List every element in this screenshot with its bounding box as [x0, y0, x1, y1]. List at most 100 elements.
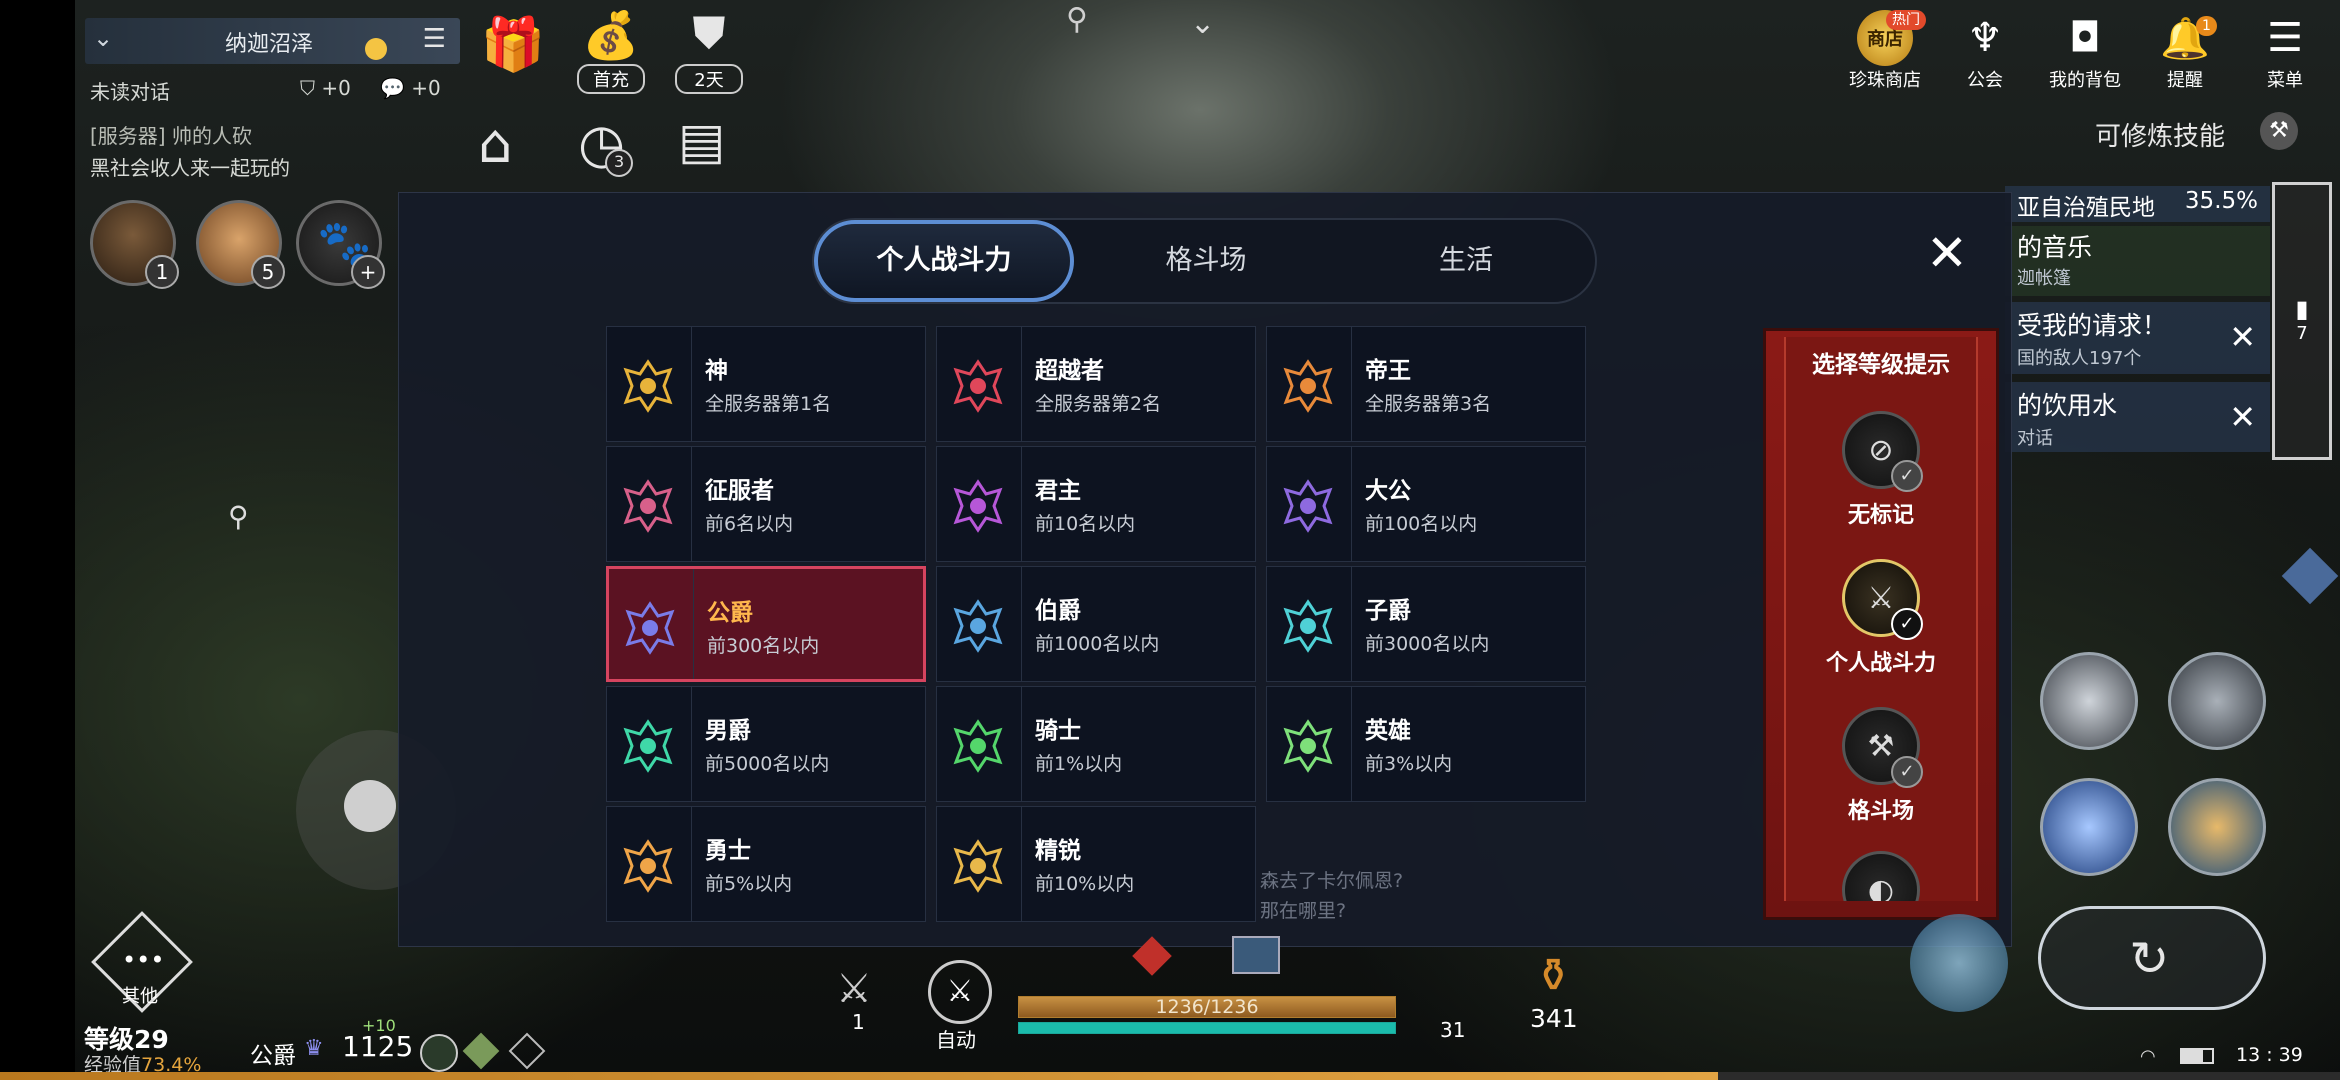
pearl-shop-button[interactable]: 商店 热门 珍珠商店 [1840, 10, 1930, 92]
dots-icon: ••• [122, 946, 165, 974]
quest-progress: 35.5% [2184, 188, 2258, 214]
duke-emblem-icon: ♛ [304, 1036, 324, 1061]
rank-desc: 前5%以内 [705, 873, 793, 895]
cell-divider [1351, 567, 1352, 681]
tab-arena[interactable]: 格斗场 [1076, 220, 1336, 302]
rank-desc: 全服务器第2名 [1035, 393, 1162, 415]
list-icon[interactable]: ☰ [423, 24, 446, 54]
quest-title: 亚自治殖民地 [2017, 195, 2155, 221]
skill-vortex[interactable] [2040, 652, 2138, 750]
rank-cell[interactable]: 超越者 全服务器第2名 [936, 326, 1256, 442]
boar-avatar-icon[interactable]: 1 [90, 200, 179, 289]
rank-cell[interactable]: 男爵 前5000名以内 [606, 686, 926, 802]
hammer-icon[interactable]: ⚒ [2260, 112, 2298, 150]
weather-sun-icon [365, 38, 387, 60]
close-icon[interactable]: ✕ [1926, 224, 1968, 282]
dog-avatar-icon[interactable]: 5 [196, 200, 285, 289]
auto-battle-icon[interactable]: ⚔ [928, 960, 992, 1024]
first-charge-button[interactable]: 💰 首充 [572, 8, 650, 94]
attack-button[interactable]: ↻ [2038, 906, 2266, 1010]
rank-cell[interactable]: 英雄 前3%以内 [1266, 686, 1586, 802]
rank-cell[interactable]: 子爵 前3000名以内 [1266, 566, 1586, 682]
archduke-emblem-icon [1277, 475, 1339, 537]
chat-line[interactable]: [服务器] 帅的人砍 [90, 120, 252, 149]
menu-button[interactable]: ☰ 菜单 [2240, 10, 2330, 92]
cell-divider [1351, 447, 1352, 561]
board-icon[interactable]: ▤ [678, 112, 725, 170]
close-icon[interactable]: ✕ [2229, 398, 2256, 436]
option-personal-power[interactable]: ⚔ ✓ 个人战斗力 [1766, 559, 1996, 677]
rank-cell[interactable]: 征服者 前6名以内 [606, 446, 926, 562]
map-marker-icon: ⚲ [228, 500, 249, 533]
rank-cell[interactable]: 大公 前100名以内 [1266, 446, 1586, 562]
chat-count: +0 [411, 76, 441, 100]
trainable-skill-label[interactable]: 可修炼技能 [2095, 116, 2225, 153]
weapon-icon[interactable]: ⚔ [836, 966, 872, 1012]
rank-title: 子爵 [1365, 598, 1411, 624]
rank-desc: 前1%以内 [1035, 753, 1123, 775]
bag-icon: ◘ [2069, 15, 2101, 61]
rank-cell[interactable]: 公爵 前300名以内 [606, 566, 926, 682]
bell-icon: 🔔 [2160, 15, 2210, 62]
hamburger-icon: ☰ [2267, 15, 2303, 61]
chevron-down-icon[interactable]: ⌄ [1190, 6, 1215, 41]
unread-dialog-label[interactable]: 未读对话 [90, 76, 170, 105]
check-icon: ✓ [1891, 460, 1923, 492]
bag-button[interactable]: ◘ 我的背包 [2040, 10, 2130, 92]
skill-crescent[interactable] [2040, 778, 2138, 876]
rank-cell[interactable]: 骑士 前1%以内 [936, 686, 1256, 802]
close-icon[interactable]: ✕ [2229, 318, 2256, 356]
timer-icon[interactable]: ◷ 3 [578, 112, 634, 177]
quest-item[interactable]: 受我的请求！ 国的敌人197个 ✕ [2005, 302, 2270, 374]
alert-badge: 1 [2196, 16, 2217, 36]
option-arena[interactable]: ⚒ ✓ 格斗场 [1766, 707, 1996, 825]
chat-line[interactable]: 黑社会收人来一起玩的 [90, 152, 290, 181]
rank-desc: 前300名以内 [707, 635, 820, 657]
quest-sub: 迦帐篷 [2017, 268, 2071, 289]
tab-personal-power[interactable]: 个人战斗力 [814, 220, 1074, 302]
potion-icon[interactable]: ⚱ [1534, 948, 1573, 1002]
rank-cell[interactable]: 神全服务器第1名 [606, 326, 926, 442]
clock: 13 : 39 [2236, 1044, 2303, 1066]
side-counter: 7 [2296, 323, 2308, 344]
buff-icon[interactable] [420, 1034, 458, 1072]
bag-label: 我的背包 [2049, 70, 2121, 91]
house-icon[interactable]: ⌂ [478, 112, 512, 175]
alert-button[interactable]: 🔔 1 提醒 [2140, 10, 2230, 92]
option-life[interactable]: ◐ [1766, 851, 1996, 901]
xp-fill [0, 1072, 1718, 1080]
skill-charge[interactable] [2168, 652, 2266, 750]
gift-icon[interactable]: 🎁 [478, 14, 548, 84]
dodge-button[interactable] [1910, 914, 2008, 1012]
rank-cell[interactable]: 精锐 前10%以内 [936, 806, 1256, 922]
cell-divider [1021, 807, 1022, 921]
viscount-emblem-icon [1277, 595, 1339, 657]
conqueror-emblem-icon [617, 475, 679, 537]
rank-cell[interactable]: 勇士 前5%以内 [606, 806, 926, 922]
rank-cell[interactable]: 君主 前10名以内 [936, 446, 1256, 562]
quest-item[interactable]: 亚自治殖民地 35.5% [2005, 186, 2270, 222]
cell-divider [1021, 567, 1022, 681]
rank-title: 征服者 [705, 478, 774, 504]
quest-item[interactable]: 的音乐 迦帐篷 [2005, 226, 2270, 296]
timer-badge: 3 [605, 149, 634, 177]
guild-button[interactable]: ♆ 公会 [1940, 10, 2030, 92]
screen-edge-left [0, 0, 75, 1080]
skill-buff[interactable] [2168, 778, 2266, 876]
joystick-knob[interactable] [344, 780, 396, 832]
rank-cell[interactable]: 帝王 全服务器第3名 [1266, 326, 1586, 442]
paw-avatar-icon[interactable]: 🐾 + [296, 200, 385, 289]
chevron-down-icon[interactable]: ⌄ [93, 24, 113, 52]
tab-life[interactable]: 生活 [1336, 220, 1596, 302]
check-icon: ✓ [1891, 608, 1923, 640]
quest-item[interactable]: 的饮用水 对话 ✕ [2005, 382, 2270, 452]
daily-reward-button[interactable]: ⛊ 2天 [670, 8, 748, 94]
option-no-mark[interactable]: ⊘ ✓ 无标记 [1766, 411, 1996, 529]
rank-cell[interactable]: 伯爵 前1000名以内 [936, 566, 1256, 682]
zone-bar[interactable]: ⌄ 纳迦沼泽 ☰ [85, 18, 460, 64]
rank-desc: 前10名以内 [1035, 513, 1136, 535]
zone-name: 纳迦沼泽 [225, 32, 314, 57]
rank-desc: 前1000名以内 [1035, 633, 1160, 655]
rank-desc: 全服务器第1名 [705, 393, 832, 415]
side-quest-tab[interactable]: ▮ 7 [2272, 182, 2332, 460]
